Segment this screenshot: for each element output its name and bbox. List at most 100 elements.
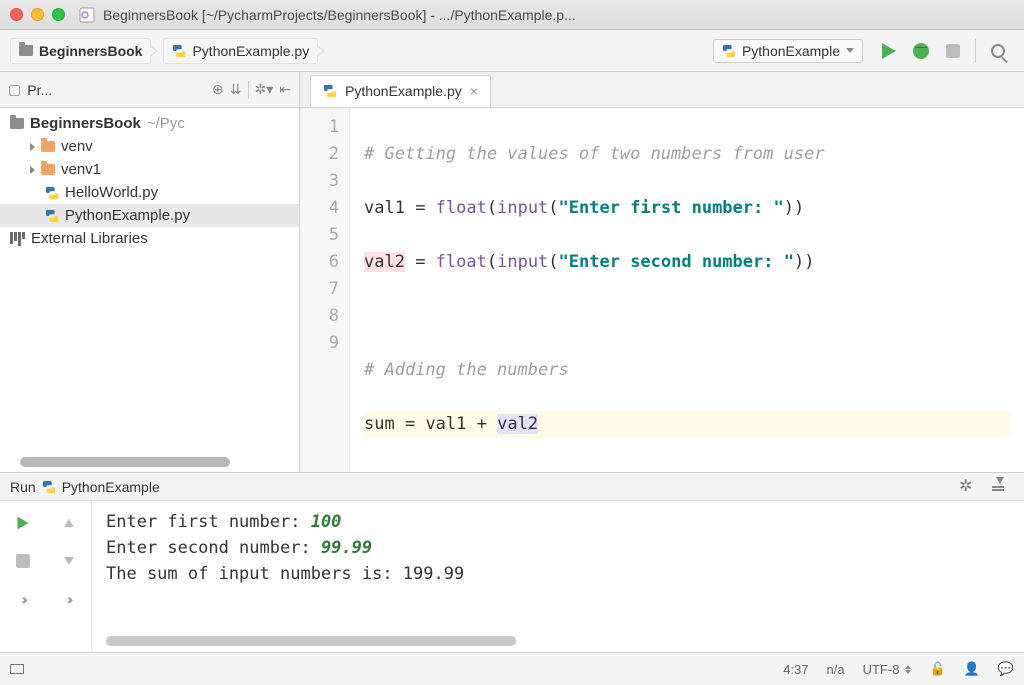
- python-file-icon: [722, 44, 736, 58]
- breadcrumb: BeginnersBook PythonExample.py: [10, 38, 713, 64]
- tree-item-label: External Libraries: [31, 230, 148, 247]
- breadcrumb-root-label: BeginnersBook: [39, 43, 142, 59]
- more-button[interactable]: ››: [9, 585, 37, 613]
- search-icon: [991, 44, 1005, 58]
- read-only-toggle[interactable]: 🔓: [929, 661, 945, 677]
- stop-button: [939, 37, 967, 65]
- stop-icon: [946, 44, 960, 58]
- pycharm-app-icon: [79, 7, 95, 23]
- python-file-icon: [45, 186, 59, 200]
- inspector-icon[interactable]: 👤: [964, 661, 980, 677]
- run-configuration-selector[interactable]: PythonExample: [713, 39, 863, 63]
- tree-item-label: HelloWorld.py: [65, 184, 158, 201]
- traffic-lights: [10, 8, 65, 21]
- breadcrumb-file-label: PythonExample.py: [192, 43, 309, 59]
- tree-root-path: ~/Pyc: [147, 115, 185, 132]
- tree-item-venv1[interactable]: venv1: [0, 158, 299, 181]
- stop-run-button: [9, 547, 37, 575]
- arrow-down-icon: [64, 557, 74, 565]
- editor-tab-pythonexample[interactable]: PythonExample.py ×: [310, 75, 491, 107]
- run-tool-window: Run PythonExample ›› ›› Enter first numb…: [0, 472, 1024, 652]
- settings-icon[interactable]: ✲▾: [255, 81, 274, 98]
- run-settings-button[interactable]: [960, 480, 974, 494]
- tree-root[interactable]: BeginnersBook ~/Pyc: [0, 112, 299, 135]
- chevron-down-icon: [846, 48, 854, 53]
- tree-item-label: PythonExample.py: [65, 207, 190, 224]
- breadcrumb-root[interactable]: BeginnersBook: [10, 38, 151, 64]
- play-icon: [17, 517, 28, 530]
- expand-arrow-icon[interactable]: [30, 143, 35, 151]
- project-tool-window: ▢ Pr... ⊕ ⇊ ✲▾ ⇤ BeginnersBook ~/Pyc ven…: [0, 72, 300, 472]
- line-separator[interactable]: n/a: [827, 662, 845, 677]
- double-chevron-icon: ››: [67, 591, 70, 607]
- maximize-window-button[interactable]: [52, 8, 65, 21]
- code-content[interactable]: # Getting the values of two numbers from…: [350, 108, 1024, 472]
- scroll-up-button[interactable]: [55, 509, 83, 537]
- window-titlebar: BeginnersBook [~/PycharmProjects/Beginne…: [0, 0, 1024, 30]
- editor-tabs: PythonExample.py ×: [300, 72, 1024, 108]
- console-output[interactable]: Enter first number: 100 Enter second num…: [92, 501, 1024, 652]
- play-icon: [882, 43, 896, 59]
- tree-item-helloworld[interactable]: HelloWorld.py: [0, 181, 299, 204]
- code-editor[interactable]: 123456789 # Getting the values of two nu…: [300, 108, 1024, 472]
- collapse-all-icon[interactable]: ⇊: [230, 81, 242, 98]
- libraries-icon: [10, 232, 25, 246]
- run-panel-config-name: PythonExample: [62, 479, 160, 495]
- navigation-toolbar: BeginnersBook PythonExample.py PythonExa…: [0, 30, 1024, 72]
- python-file-icon: [172, 44, 186, 58]
- tree-item-pythonexample[interactable]: PythonExample.py: [0, 204, 299, 227]
- debug-button[interactable]: [907, 37, 935, 65]
- rerun-button[interactable]: [9, 509, 37, 537]
- project-view-icon[interactable]: ▢: [8, 81, 21, 98]
- toggle-panels-icon[interactable]: [10, 664, 24, 674]
- project-pane-title: Pr...: [27, 82, 206, 98]
- search-button[interactable]: [984, 37, 1012, 65]
- run-body: ›› ›› Enter first number: 100 Enter seco…: [0, 501, 1024, 652]
- file-encoding[interactable]: UTF-8: [863, 662, 912, 677]
- scroll-down-button[interactable]: [55, 547, 83, 575]
- project-pane-header: ▢ Pr... ⊕ ⇊ ✲▾ ⇤: [0, 72, 299, 108]
- run-controls-right: ››: [46, 501, 92, 652]
- download-icon: [992, 486, 1004, 488]
- close-tab-icon[interactable]: ×: [470, 83, 478, 99]
- console-scrollbar[interactable]: [106, 636, 516, 646]
- close-window-button[interactable]: [10, 8, 23, 21]
- python-file-icon: [42, 480, 56, 494]
- tree-root-name: BeginnersBook: [30, 115, 141, 132]
- arrow-up-icon: [64, 519, 74, 527]
- hide-icon[interactable]: ⇤: [279, 81, 291, 98]
- python-file-icon: [45, 209, 59, 223]
- window-title: BeginnersBook [~/PycharmProjects/Beginne…: [103, 7, 576, 23]
- editor-tab-label: PythonExample.py: [345, 83, 462, 99]
- tree-external-libraries[interactable]: External Libraries: [0, 227, 299, 250]
- run-config-label: PythonExample: [742, 43, 840, 59]
- feedback-icon[interactable]: 💬: [998, 661, 1014, 677]
- tree-item-label: venv1: [61, 161, 101, 178]
- scroll-from-source-icon[interactable]: ⊕: [212, 81, 224, 98]
- tree-item-venv[interactable]: venv: [0, 135, 299, 158]
- more-button[interactable]: ››: [55, 585, 83, 613]
- folder-icon: [10, 118, 24, 129]
- run-button[interactable]: [875, 37, 903, 65]
- main-area: ▢ Pr... ⊕ ⇊ ✲▾ ⇤ BeginnersBook ~/Pyc ven…: [0, 72, 1024, 472]
- breadcrumb-file[interactable]: PythonExample.py: [163, 38, 318, 64]
- line-gutter: 123456789: [300, 108, 350, 472]
- expand-arrow-icon[interactable]: [30, 166, 35, 174]
- folder-icon: [41, 141, 55, 152]
- project-tree[interactable]: BeginnersBook ~/Pyc venv venv1 HelloWorl…: [0, 108, 299, 254]
- export-button[interactable]: [984, 473, 1012, 501]
- minimize-window-button[interactable]: [31, 8, 44, 21]
- double-chevron-icon: ››: [21, 591, 24, 607]
- folder-icon: [19, 45, 33, 56]
- editor-area: PythonExample.py × 123456789 # Getting t…: [300, 72, 1024, 472]
- bug-icon: [913, 43, 929, 59]
- run-panel-header: Run PythonExample: [0, 473, 1024, 501]
- caret-position[interactable]: 4:37: [783, 662, 808, 677]
- horizontal-scrollbar[interactable]: [20, 457, 230, 467]
- tree-item-label: venv: [61, 138, 93, 155]
- python-file-icon: [323, 84, 337, 98]
- run-panel-label: Run: [10, 479, 36, 495]
- folder-icon: [41, 164, 55, 175]
- status-bar: 4:37 n/a UTF-8 🔓 👤 💬: [0, 652, 1024, 685]
- stop-icon: [16, 554, 30, 568]
